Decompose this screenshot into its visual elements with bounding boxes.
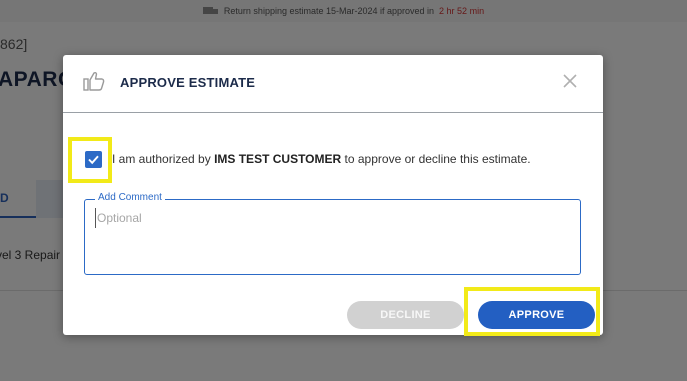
close-icon[interactable]	[561, 72, 579, 90]
authorization-text: I am authorized by IMS TEST CUSTOMER to …	[112, 152, 531, 166]
checkbox-highlight	[68, 137, 112, 183]
authorization-prefix: I am authorized by	[112, 152, 211, 166]
authorization-suffix: to approve or decline this estimate.	[344, 152, 531, 166]
comment-input[interactable]	[95, 208, 565, 228]
decline-button[interactable]: DECLINE	[347, 301, 464, 329]
approve-estimate-dialog: APPROVE ESTIMATE I am authorized by IMS …	[63, 55, 603, 336]
comment-label: Add Comment	[95, 192, 165, 203]
comment-field[interactable]: Add Comment	[84, 192, 581, 275]
approve-highlight	[464, 287, 600, 336]
thumbs-up-icon	[83, 71, 105, 91]
dialog-title: APPROVE ESTIMATE	[120, 75, 256, 90]
dialog-header: APPROVE ESTIMATE	[63, 55, 603, 113]
customer-name: IMS TEST CUSTOMER	[214, 152, 342, 166]
